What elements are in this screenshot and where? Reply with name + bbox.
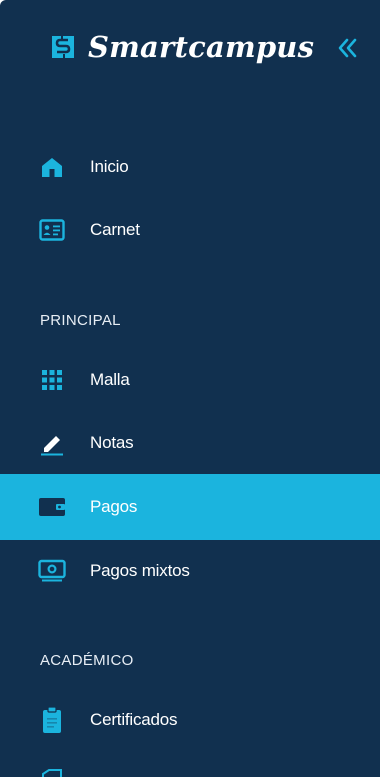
section-title-academico: ACADÉMICO <box>40 652 134 669</box>
nav-label-pagos: Pagos <box>90 497 138 516</box>
nav-label-pagos-mixtos: Pagos mixtos <box>90 561 190 580</box>
nav-label-malla: Malla <box>90 370 130 389</box>
nav-item-pagos-mixtos[interactable]: Pagos mixtos <box>0 549 380 593</box>
smartcampus-logo-icon <box>52 36 74 58</box>
nav-item-partial[interactable] <box>0 764 380 777</box>
sidebar: Smartcampus Inicio Carnet PRINCIPAL Mall… <box>0 0 380 777</box>
home-icon <box>38 153 66 181</box>
pencil-icon <box>38 429 66 457</box>
nav-label-carnet: Carnet <box>90 220 140 239</box>
collapse-sidebar-button[interactable] <box>334 35 360 61</box>
nav-item-notas[interactable]: Notas <box>0 421 380 465</box>
nav-item-inicio[interactable]: Inicio <box>0 145 380 189</box>
nav-label-inicio: Inicio <box>90 157 129 176</box>
nav-item-carnet[interactable]: Carnet <box>0 208 380 252</box>
clipboard-icon <box>38 706 66 734</box>
nav-item-pagos[interactable]: Pagos <box>0 474 380 540</box>
document-icon <box>38 766 66 777</box>
wallet-icon <box>38 493 66 521</box>
nav-label-certificados: Certificados <box>90 710 178 729</box>
brand[interactable]: Smartcampus <box>52 24 314 70</box>
double-chevron-left-icon <box>338 38 357 58</box>
nav-label-notas: Notas <box>90 433 134 452</box>
section-title-principal: PRINCIPAL <box>40 312 121 329</box>
id-card-icon <box>38 216 66 244</box>
banknote-icon <box>38 557 66 585</box>
nav-item-certificados[interactable]: Certificados <box>0 698 380 742</box>
nav-item-malla[interactable]: Malla <box>0 358 380 402</box>
brand-name: Smartcampus <box>88 30 315 64</box>
grid-dots-icon <box>38 366 66 394</box>
